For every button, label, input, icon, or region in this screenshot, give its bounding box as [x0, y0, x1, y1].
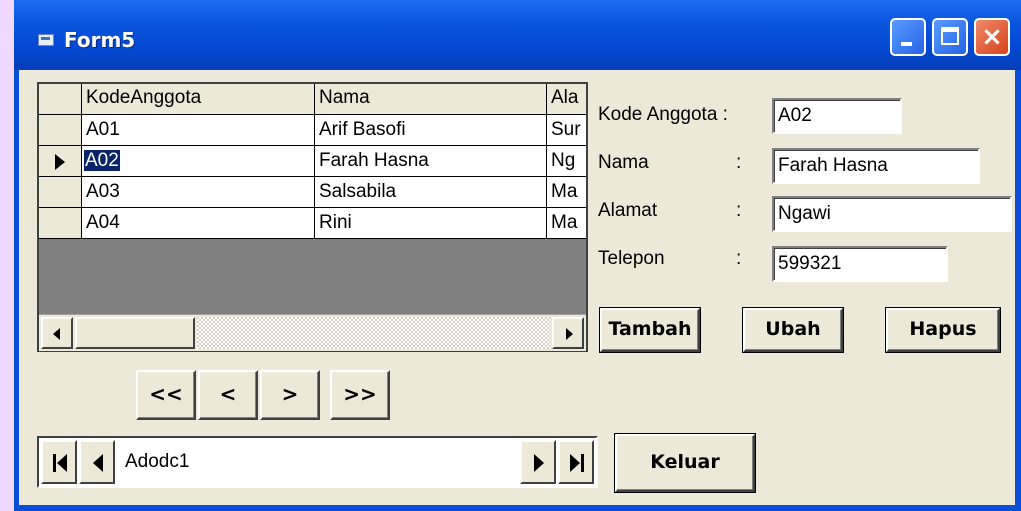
column-header-alamat[interactable]: Ala — [547, 84, 586, 115]
cell-alamat[interactable]: Ng — [547, 146, 586, 177]
horizontal-scrollbar[interactable] — [39, 314, 586, 351]
cell-kode[interactable]: A04 — [82, 208, 315, 239]
nama-label: Nama — [598, 152, 649, 173]
desktop-background — [0, 0, 14, 511]
datagrid-body: KodeAnggota Nama Ala A01 Arif Basofi Sur… — [39, 84, 586, 314]
cell-alamat[interactable]: Sur — [547, 115, 586, 146]
adodc-move-last-button[interactable] — [558, 440, 594, 484]
minimize-icon — [901, 42, 912, 46]
tambah-button[interactable]: Tambah — [600, 308, 700, 352]
arrow-left-icon — [53, 328, 60, 340]
maximize-button[interactable] — [932, 18, 968, 56]
form-window: Form5 × KodeAnggota Nama Ala A01 Arif Ba… — [14, 0, 1021, 511]
cell-alamat[interactable]: Ma — [547, 208, 586, 239]
last-record-button[interactable]: >> — [330, 370, 390, 420]
first-record-button[interactable]: << — [136, 370, 196, 420]
current-row-arrow-icon — [55, 154, 65, 170]
bar-icon — [53, 454, 56, 472]
window-title: Form5 — [64, 28, 136, 52]
scroll-left-button[interactable] — [41, 317, 73, 349]
datagrid[interactable]: KodeAnggota Nama Ala A01 Arif Basofi Sur… — [37, 82, 588, 352]
kode-anggota-label: Kode Anggota : — [598, 104, 728, 125]
hapus-button[interactable]: Hapus — [886, 308, 1000, 352]
alamat-label: Alamat — [598, 200, 658, 221]
alamat-field[interactable]: Ngawi — [772, 196, 1012, 232]
scroll-track[interactable] — [197, 317, 550, 349]
previous-record-button[interactable]: < — [198, 370, 258, 420]
close-button[interactable]: × — [974, 18, 1010, 56]
adodc-caption: Adodc1 — [125, 451, 190, 472]
row-selector[interactable] — [39, 115, 82, 146]
move-first-icon — [57, 454, 67, 472]
cell-nama[interactable]: Salsabila — [315, 177, 547, 208]
telepon-label: Telepon — [598, 248, 665, 269]
bar-icon — [581, 454, 584, 472]
cell-kode-selected[interactable]: A02 — [82, 146, 315, 177]
keluar-button[interactable]: Keluar — [615, 434, 755, 492]
column-header-kodeanggota[interactable]: KodeAnggota — [82, 84, 315, 115]
row-selector-current[interactable] — [39, 146, 82, 177]
alamat-colon: : — [736, 200, 742, 221]
telepon-colon: : — [736, 248, 742, 269]
column-header-nama[interactable]: Nama — [315, 84, 547, 115]
nama-field[interactable]: Farah Hasna — [772, 148, 980, 184]
telepon-field[interactable]: 599321 — [772, 246, 948, 282]
close-icon: × — [981, 22, 1003, 52]
form-icon[interactable] — [38, 34, 54, 46]
move-previous-icon — [93, 454, 103, 472]
cell-nama[interactable]: Farah Hasna — [315, 146, 547, 177]
ubah-button[interactable]: Ubah — [743, 308, 843, 352]
row-selector[interactable] — [39, 177, 82, 208]
cell-alamat[interactable]: Ma — [547, 177, 586, 208]
arrow-right-icon — [566, 328, 573, 340]
row-selector[interactable] — [39, 208, 82, 239]
move-last-icon — [570, 454, 580, 472]
title-bar[interactable]: Form5 × — [14, 0, 1021, 70]
adodc-move-first-button[interactable] — [41, 440, 77, 484]
selected-text: A02 — [84, 150, 120, 171]
adodc-move-previous-button[interactable] — [79, 440, 115, 484]
adodc-move-next-button[interactable] — [520, 440, 556, 484]
cell-kode[interactable]: A01 — [82, 115, 315, 146]
scroll-right-button[interactable] — [552, 317, 584, 349]
maximize-icon — [941, 27, 959, 45]
scroll-thumb[interactable] — [75, 317, 195, 349]
cell-nama[interactable]: Arif Basofi — [315, 115, 547, 146]
form-client-area: KodeAnggota Nama Ala A01 Arif Basofi Sur… — [19, 70, 1015, 505]
minimize-button[interactable] — [890, 18, 926, 56]
grid-corner — [39, 84, 82, 115]
adodc-control: Adodc1 — [37, 436, 598, 488]
nama-colon: : — [736, 152, 742, 173]
kode-anggota-field[interactable]: A02 — [772, 98, 902, 134]
cell-kode[interactable]: A03 — [82, 177, 315, 208]
cell-nama[interactable]: Rini — [315, 208, 547, 239]
next-record-button[interactable]: > — [260, 370, 320, 420]
move-next-icon — [534, 454, 544, 472]
